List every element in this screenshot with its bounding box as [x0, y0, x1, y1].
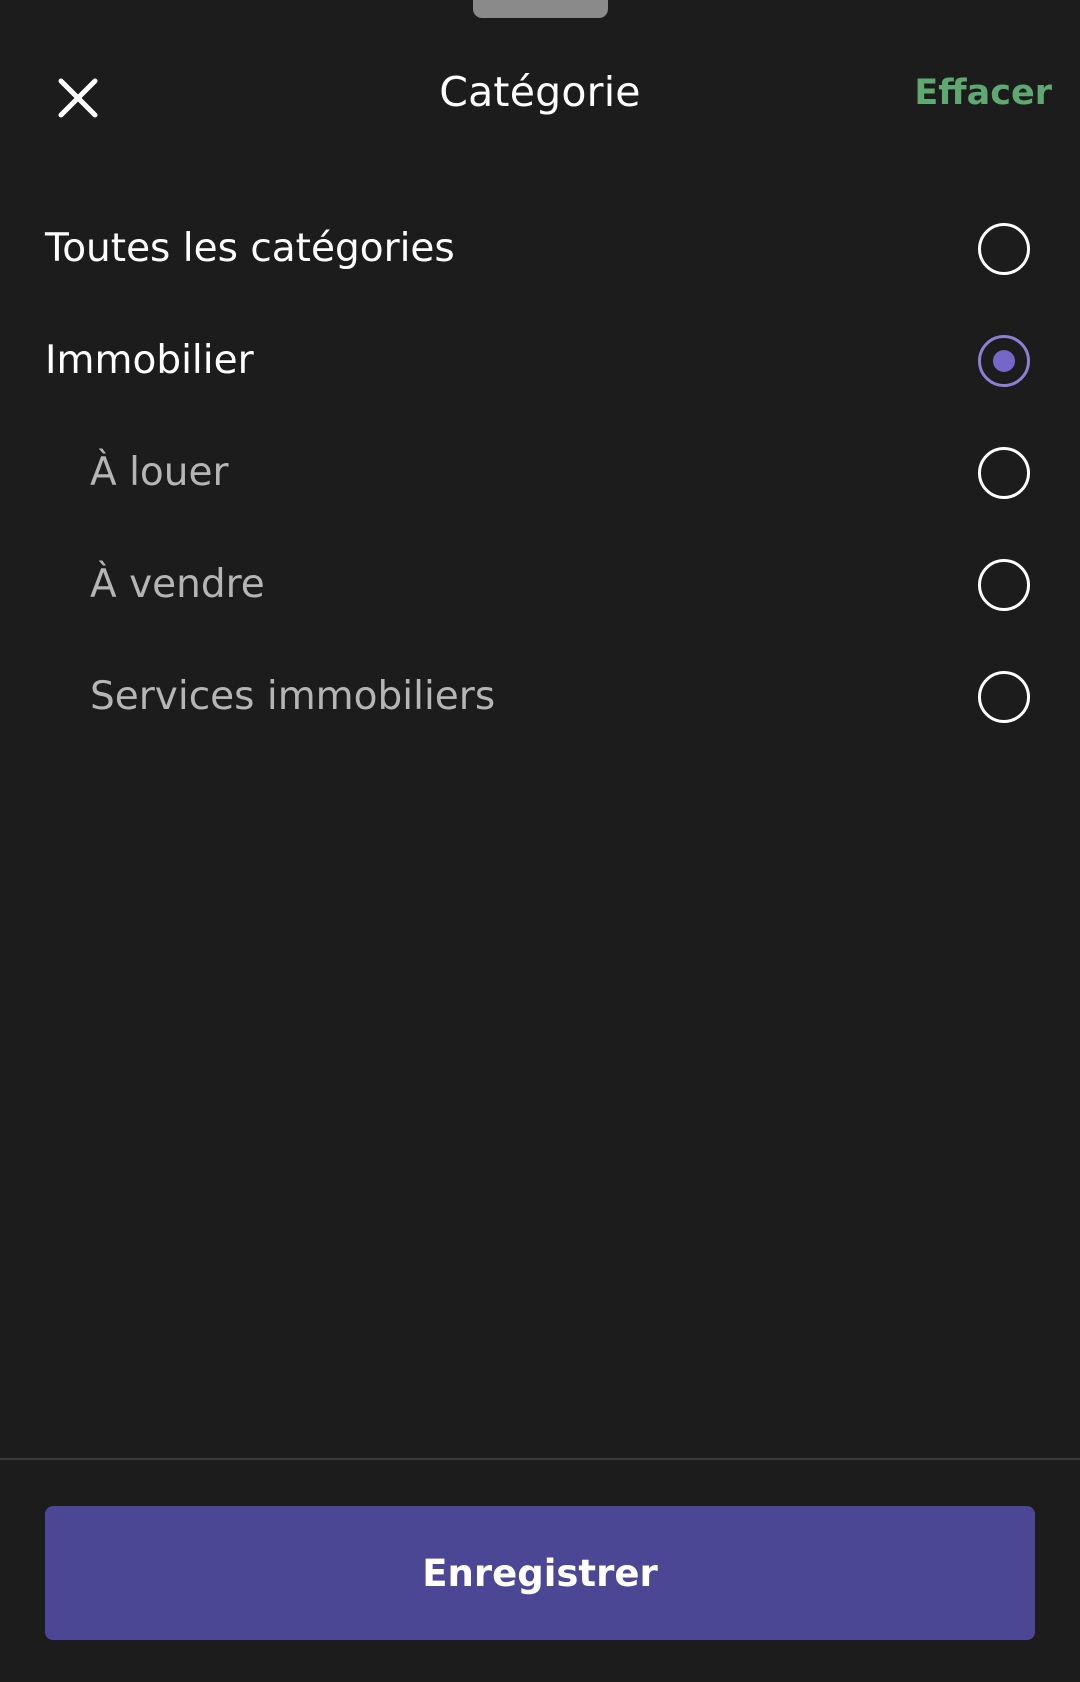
option-label: Immobilier: [45, 338, 254, 383]
sheet-grabber[interactable]: [473, 0, 608, 18]
save-button[interactable]: Enregistrer: [45, 1506, 1035, 1640]
option-label: À vendre: [90, 562, 265, 607]
option-label: Toutes les catégories: [45, 226, 455, 271]
category-options-list: Toutes les catégories Immobilier À louer…: [0, 195, 1080, 755]
radio-button[interactable]: [978, 447, 1030, 499]
radio-button[interactable]: [978, 559, 1030, 611]
option-immobilier[interactable]: Immobilier: [0, 307, 1080, 419]
clear-button[interactable]: Effacer: [914, 68, 1052, 118]
option-services-immobiliers[interactable]: Services immobiliers: [0, 643, 1080, 755]
footer-divider: [0, 1458, 1080, 1460]
option-label: Services immobiliers: [90, 674, 496, 719]
radio-button[interactable]: [978, 223, 1030, 275]
option-all-categories[interactable]: Toutes les catégories: [0, 195, 1080, 307]
option-label: À louer: [90, 450, 229, 495]
option-a-louer[interactable]: À louer: [0, 419, 1080, 531]
radio-button[interactable]: [978, 671, 1030, 723]
radio-button-selected[interactable]: [978, 335, 1030, 387]
option-a-vendre[interactable]: À vendre: [0, 531, 1080, 643]
